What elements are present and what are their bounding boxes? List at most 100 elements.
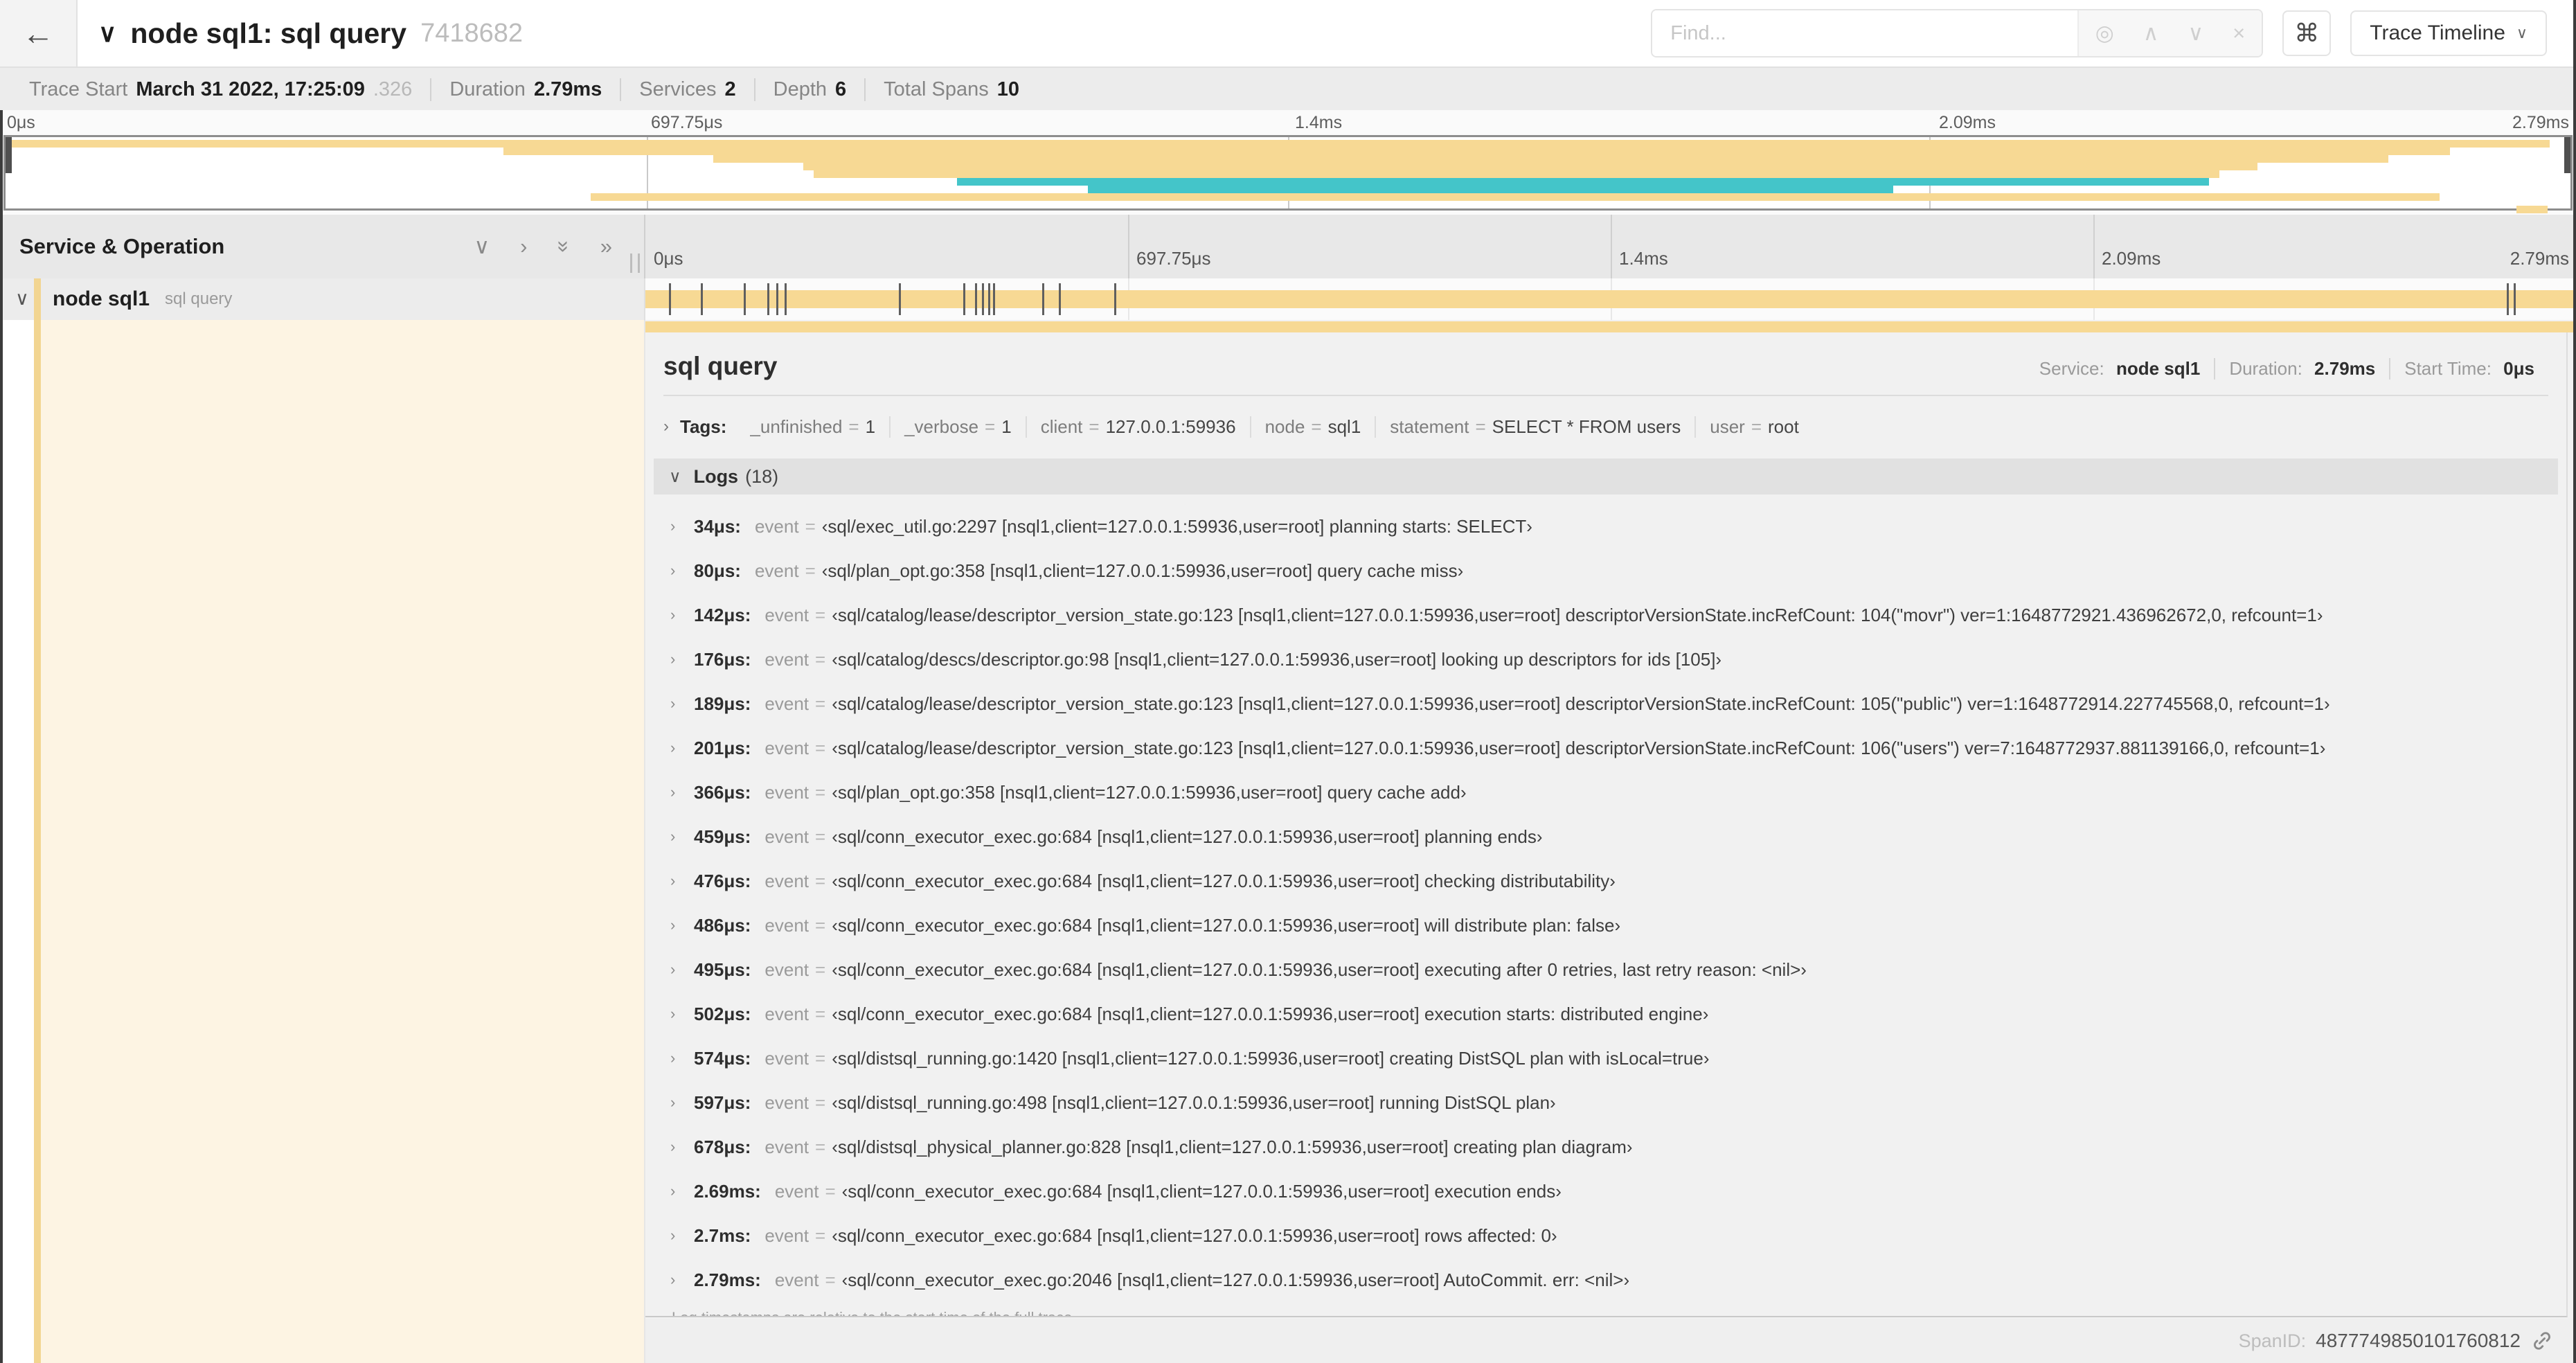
log-timestamps-note: Log timestamps are relative to the start… xyxy=(672,1309,2548,1316)
minimap-span xyxy=(957,178,2209,186)
chevron-right-icon[interactable]: › xyxy=(670,1271,694,1289)
log-equals: = xyxy=(805,515,816,537)
chevron-right-icon[interactable]: › xyxy=(670,828,694,846)
log-row[interactable]: › 176μs: event = ‹sql/catalog/descs/desc… xyxy=(663,637,2548,682)
chevron-right-icon[interactable]: › xyxy=(670,1182,694,1200)
log-value: ‹sql/catalog/lease/descriptor_version_st… xyxy=(832,737,2326,758)
log-equals: = xyxy=(815,1092,826,1113)
minimap-right-handle[interactable] xyxy=(2564,137,2570,173)
span-duration-bar[interactable] xyxy=(645,290,2576,308)
log-row[interactable]: › 597μs: event = ‹sql/distsql_running.go… xyxy=(663,1080,2548,1125)
top-bar-controls: ◎ ∧ ∨ × ⌘ Trace Timeline ∨ xyxy=(1651,9,2576,57)
log-marker xyxy=(898,283,901,315)
tag-key: node xyxy=(1264,416,1305,437)
log-row[interactable]: › 80μs: event = ‹sql/plan_opt.go:358 [ns… xyxy=(663,549,2548,593)
chevron-right-icon[interactable]: › xyxy=(670,961,694,979)
axis-tick-label: 2.09ms xyxy=(1939,113,1996,132)
chevron-right-icon[interactable]: › xyxy=(670,872,694,890)
log-row[interactable]: › 2.7ms: event = ‹sql/conn_executor_exec… xyxy=(663,1213,2548,1258)
log-field: event xyxy=(764,870,810,891)
summary-value: 6 xyxy=(835,78,847,100)
log-equals: = xyxy=(815,959,826,980)
log-equals: = xyxy=(815,604,826,625)
collapse-one-icon[interactable]: ∨ xyxy=(474,234,490,259)
log-marker xyxy=(992,283,995,315)
log-row[interactable]: › 459μs: event = ‹sql/conn_executor_exec… xyxy=(663,814,2548,859)
detail-span-bar xyxy=(645,321,2576,332)
link-icon[interactable] xyxy=(2530,1329,2554,1353)
log-row[interactable]: › 2.69ms: event = ‹sql/conn_executor_exe… xyxy=(663,1169,2548,1213)
expand-all-icon[interactable]: » xyxy=(600,234,612,259)
locate-icon[interactable]: ◎ xyxy=(2095,21,2114,46)
back-arrow-icon: ← xyxy=(22,15,54,51)
log-equals: = xyxy=(815,1136,826,1157)
log-value: ‹sql/exec_util.go:2297 [nsql1,client=127… xyxy=(821,515,1532,537)
collapse-span-icon[interactable]: ∨ xyxy=(15,288,29,310)
chevron-right-icon[interactable]: › xyxy=(670,1094,694,1112)
chevron-right-icon[interactable]: › xyxy=(670,1227,694,1245)
chevron-right-icon[interactable]: › xyxy=(670,1005,694,1023)
log-marker xyxy=(987,283,990,315)
log-timestamp: 80μs: xyxy=(694,560,741,581)
axis-gridline xyxy=(2093,215,2095,278)
detail-name-column xyxy=(0,320,644,1363)
log-row[interactable]: › 574μs: event = ‹sql/distsql_running.go… xyxy=(663,1036,2548,1080)
summary-duration: Duration 2.79ms xyxy=(430,78,620,101)
chevron-right-icon[interactable]: › xyxy=(670,695,694,713)
chevron-right-icon[interactable]: › xyxy=(670,1049,694,1067)
chevron-right-icon[interactable]: › xyxy=(670,517,694,535)
minimap-canvas[interactable] xyxy=(3,135,2573,213)
expand-one-icon[interactable]: › xyxy=(520,234,527,259)
chevron-right-icon[interactable]: › xyxy=(670,783,694,801)
log-field: event xyxy=(764,1003,810,1024)
tag-chip: client = 127.0.0.1:59936 xyxy=(1025,416,1250,438)
chevron-right-icon[interactable]: › xyxy=(670,606,694,624)
keyboard-shortcuts-button[interactable]: ⌘ xyxy=(2282,10,2332,56)
meta-value: 0μs xyxy=(2503,358,2534,379)
chevron-right-icon[interactable]: › xyxy=(663,417,669,436)
chevron-right-icon[interactable]: › xyxy=(670,916,694,934)
page-title: node sql1: sql query xyxy=(130,17,407,49)
log-row[interactable]: › 495μs: event = ‹sql/conn_executor_exec… xyxy=(663,947,2548,992)
chevron-right-icon[interactable]: › xyxy=(670,739,694,757)
next-result-icon[interactable]: ∨ xyxy=(2188,21,2203,46)
tag-chip: node = sql1 xyxy=(1249,416,1375,438)
span-names: node sql1 sql query xyxy=(53,278,232,320)
log-row[interactable]: › 476μs: event = ‹sql/conn_executor_exec… xyxy=(663,859,2548,903)
tags-row[interactable]: › Tags: _unfinished = 1 _verbose = 1 cli… xyxy=(663,410,2548,443)
chevron-right-icon[interactable]: › xyxy=(670,650,694,668)
log-marker xyxy=(2513,283,2516,315)
column-resize-grip[interactable] xyxy=(630,253,640,273)
minimap-span xyxy=(713,155,2388,163)
log-row[interactable]: › 366μs: event = ‹sql/plan_opt.go:358 [n… xyxy=(663,770,2548,814)
collapse-all-icon[interactable]: » xyxy=(551,240,576,252)
view-selector-button[interactable]: Trace Timeline ∨ xyxy=(2350,10,2547,56)
minimap-span xyxy=(803,163,2258,170)
logs-section-header[interactable]: ∨ Logs (18) xyxy=(654,458,2558,495)
summary-trace-start: Trace Start March 31 2022, 17:25:09 .326 xyxy=(11,78,430,101)
log-row[interactable]: › 678μs: event = ‹sql/distsql_physical_p… xyxy=(663,1125,2548,1169)
log-row[interactable]: › 189μs: event = ‹sql/catalog/lease/desc… xyxy=(663,682,2548,726)
log-row[interactable]: › 201μs: event = ‹sql/catalog/lease/desc… xyxy=(663,726,2548,770)
span-row[interactable]: ∨ node sql1 sql query xyxy=(0,278,2576,320)
log-row[interactable]: › 34μs: event = ‹sql/exec_util.go:2297 [… xyxy=(663,504,2548,549)
minimap-span xyxy=(813,170,2219,178)
find-input[interactable] xyxy=(1652,10,2077,56)
log-row[interactable]: › 2.79ms: event = ‹sql/conn_executor_exe… xyxy=(663,1258,2548,1302)
log-row[interactable]: › 486μs: event = ‹sql/conn_executor_exec… xyxy=(663,903,2548,947)
chevron-right-icon[interactable]: › xyxy=(670,562,694,580)
log-value: ‹sql/plan_opt.go:358 [nsql1,client=127.0… xyxy=(832,781,1467,803)
minimap-left-handle[interactable] xyxy=(6,137,12,173)
window-left-edge xyxy=(0,110,3,1363)
span-row-timeline[interactable] xyxy=(644,278,2576,320)
log-row[interactable]: › 502μs: event = ‹sql/conn_executor_exec… xyxy=(663,992,2548,1036)
prev-result-icon[interactable]: ∧ xyxy=(2143,21,2159,46)
back-button[interactable]: ← xyxy=(0,0,78,66)
tag-equals: = xyxy=(1475,416,1486,437)
chevron-down-icon[interactable]: ∨ xyxy=(98,19,116,48)
axis-tick-label: 697.75μs xyxy=(651,113,723,132)
log-value: ‹sql/catalog/lease/descriptor_version_st… xyxy=(832,604,2323,625)
clear-search-icon[interactable]: × xyxy=(2233,21,2245,46)
log-row[interactable]: › 142μs: event = ‹sql/catalog/lease/desc… xyxy=(663,593,2548,637)
chevron-right-icon[interactable]: › xyxy=(670,1138,694,1156)
